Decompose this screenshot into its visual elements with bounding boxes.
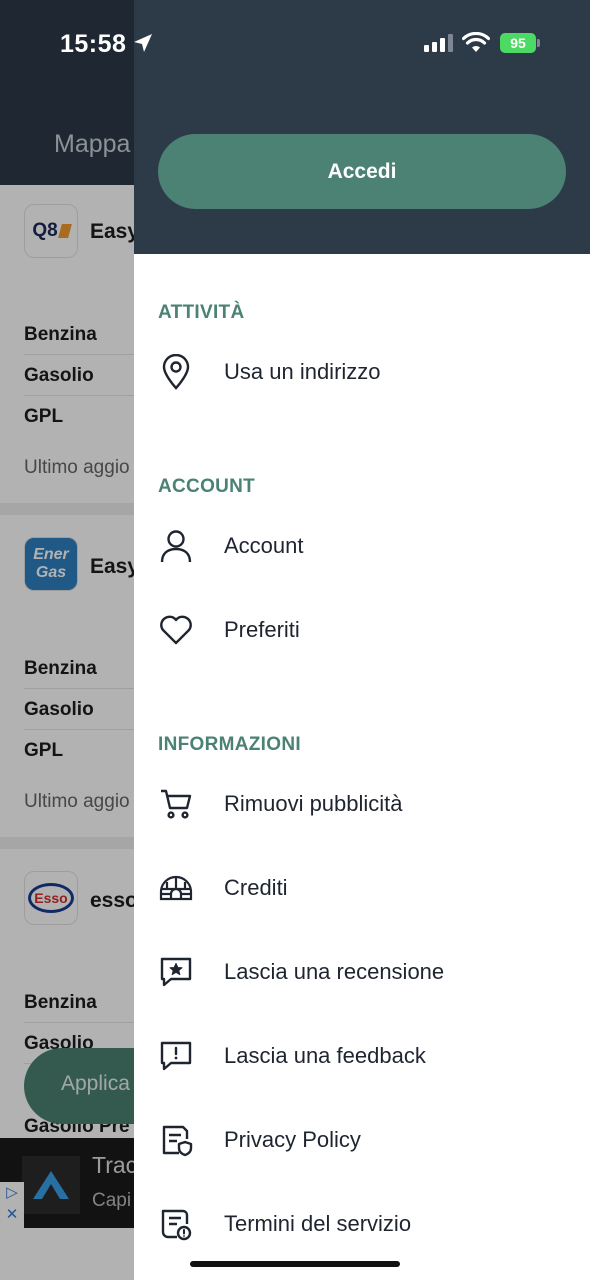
person-icon (158, 528, 194, 564)
menu-label: Privacy Policy (224, 1127, 361, 1152)
menu-label: Preferiti (224, 617, 300, 642)
menu-item-credits[interactable]: Crediti (134, 858, 590, 918)
terms-document-icon (158, 1206, 194, 1242)
location-arrow-icon (132, 32, 154, 59)
igloo-icon (158, 870, 194, 906)
menu-label: Crediti (224, 875, 288, 900)
wifi-icon (461, 31, 491, 59)
menu-item-terms[interactable]: Termini del servizio (134, 1194, 590, 1254)
battery-tip (537, 39, 540, 47)
menu-item-feedback[interactable]: Lascia una feedback (134, 1026, 590, 1086)
menu-label: Account (224, 533, 304, 558)
login-button[interactable]: Accedi (158, 134, 566, 209)
home-indicator[interactable] (190, 1261, 400, 1267)
heart-icon (158, 612, 194, 648)
menu-label: Lascia una feedback (224, 1043, 426, 1068)
privacy-document-icon (158, 1122, 194, 1158)
menu-label: Termini del servizio (224, 1211, 412, 1236)
section-title-account: ACCOUNT (158, 476, 256, 497)
menu-item-account[interactable]: Account (134, 516, 590, 576)
cellular-signal-icon (424, 34, 453, 52)
battery-icon: 95 (500, 33, 536, 53)
status-time: 15:58 (60, 30, 127, 58)
menu-item-privacy-policy[interactable]: Privacy Policy (134, 1110, 590, 1170)
navigation-drawer: Accedi ATTIVITÀ Usa un indirizzo ACCOUNT… (134, 0, 590, 1280)
section-title-activity: ATTIVITÀ (158, 302, 245, 323)
feedback-exclamation-icon (158, 1038, 194, 1074)
menu-label: Rimuovi pubblicità (224, 791, 403, 816)
location-pin-icon (158, 354, 194, 390)
cart-icon (158, 786, 194, 822)
section-title-info: INFORMAZIONI (158, 734, 301, 755)
menu-item-remove-ads[interactable]: Rimuovi pubblicità (134, 774, 590, 834)
review-star-icon (158, 954, 194, 990)
menu-label: Usa un indirizzo (224, 359, 381, 384)
menu-item-use-address[interactable]: Usa un indirizzo (134, 342, 590, 402)
menu-item-favorites[interactable]: Preferiti (134, 600, 590, 660)
menu-item-review[interactable]: Lascia una recensione (134, 942, 590, 1002)
menu-label: Lascia una recensione (224, 959, 445, 984)
